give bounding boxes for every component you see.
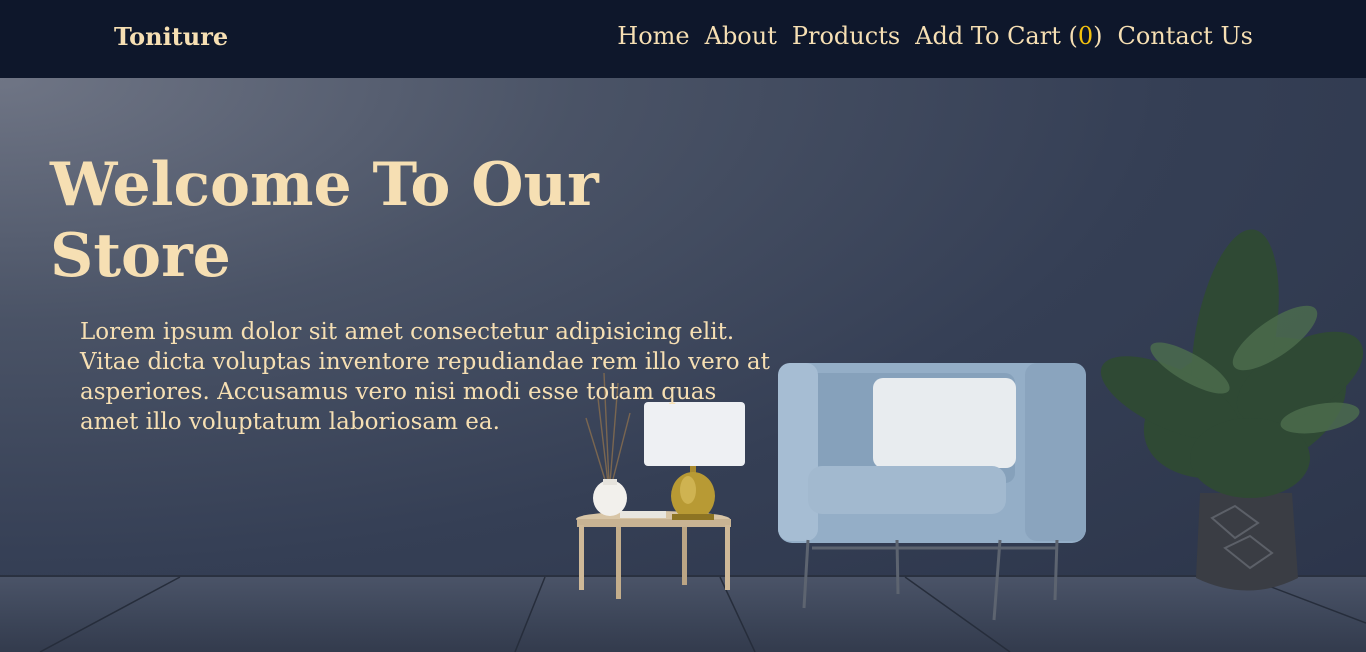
cart-count-badge: 0 <box>1077 22 1094 50</box>
navbar: Toniture Home About Products Add To Cart… <box>0 0 1366 78</box>
nav-about-link[interactable]: About <box>705 22 777 50</box>
nav-links: Home About Products Add To Cart (0) Cont… <box>617 22 1253 50</box>
nav-home-link[interactable]: Home <box>617 22 689 50</box>
nav-cart-link[interactable]: Add To Cart (0) <box>915 22 1102 50</box>
side-table <box>576 511 731 599</box>
hero-title: Welcome To Our Store <box>50 150 599 291</box>
floor-tiles <box>39 576 1366 652</box>
armchair <box>778 363 1086 621</box>
hero-description: Lorem ipsum dolor sit amet consectetur a… <box>80 319 770 435</box>
hero-section: Welcome To Our Store Lorem ipsum dolor s… <box>0 78 1366 652</box>
cart-label-suffix: ) <box>1093 22 1103 50</box>
nav-contact-link[interactable]: Contact Us <box>1118 22 1253 50</box>
cart-label-prefix: Add To Cart ( <box>915 22 1078 50</box>
brand-logo[interactable]: Toniture <box>114 22 228 51</box>
nav-products-link[interactable]: Products <box>792 22 900 50</box>
potted-plant <box>1100 229 1364 591</box>
